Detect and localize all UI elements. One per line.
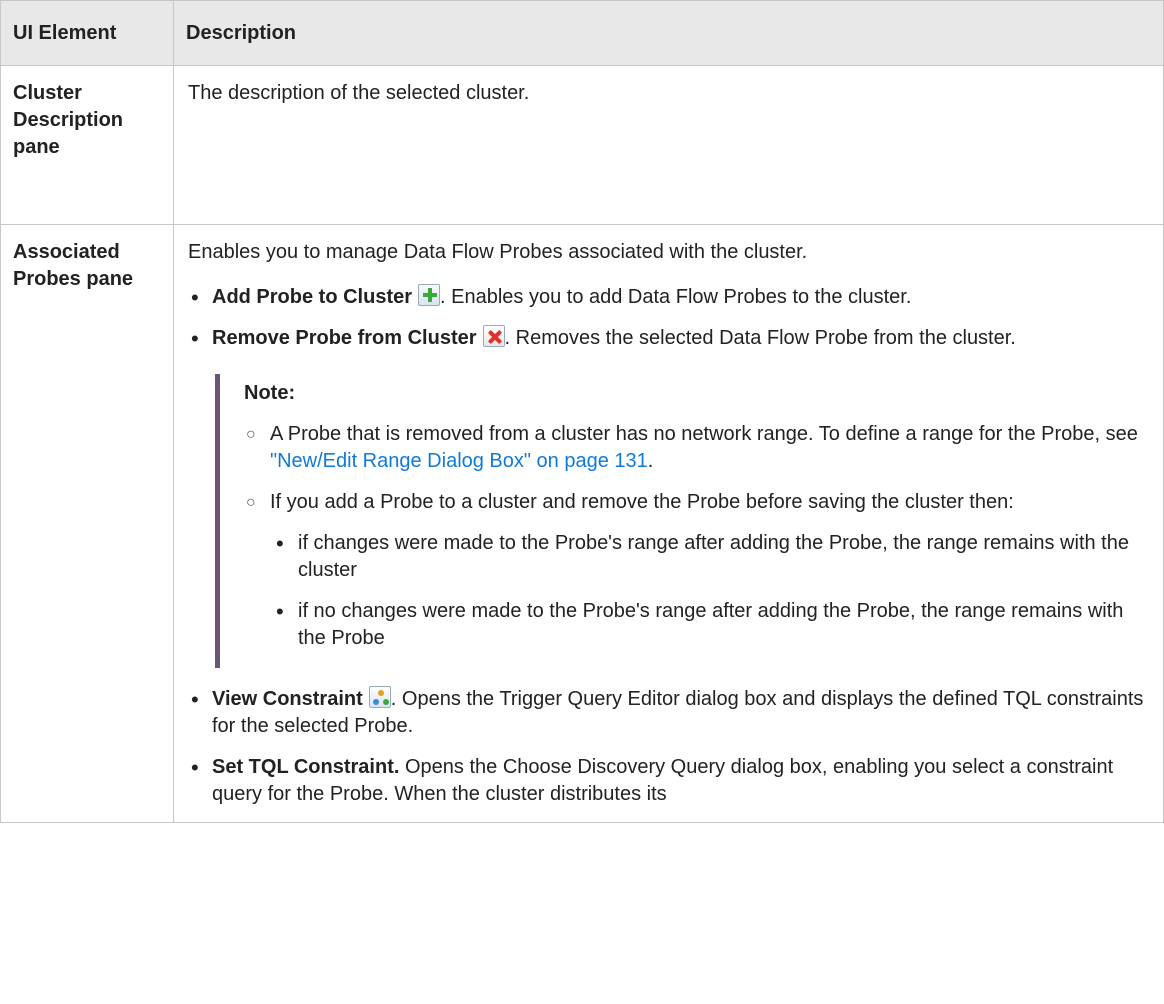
note-sublist: if changes were made to the Probe's rang… — [270, 530, 1145, 652]
header-ui-element: UI Element — [0, 0, 174, 66]
note-list: A Probe that is removed from a cluster h… — [244, 421, 1145, 652]
range-dialog-link[interactable]: "New/Edit Range Dialog Box" on page 131 — [270, 450, 648, 472]
element-cell: Associated Probes pane — [0, 224, 174, 823]
item-label: Set TQL Constraint. — [212, 756, 400, 778]
item-label: Add Probe to Cluster — [212, 286, 413, 308]
note-subitem: if changes were made to the Probe's rang… — [270, 530, 1145, 584]
note-text: If you add a Probe to a cluster and remo… — [270, 491, 1014, 513]
add-icon — [418, 284, 441, 306]
element-cell: Cluster Description pane — [0, 65, 174, 225]
description-cell: The description of the selected cluster. — [173, 65, 1164, 225]
table-header-row: UI Element Description — [0, 0, 1164, 66]
note-subitem: if no changes were made to the Probe's r… — [270, 598, 1145, 652]
item-label: Remove Probe from Cluster — [212, 327, 477, 349]
intro-text: Enables you to manage Data Flow Probes a… — [188, 241, 808, 263]
list-item: View Constraint. Opens the Trigger Query… — [188, 686, 1145, 740]
remove-icon — [482, 325, 505, 347]
header-description: Description — [173, 0, 1164, 66]
description-cell: Enables you to manage Data Flow Probes a… — [173, 224, 1164, 823]
ui-elements-table: UI Element Description Cluster Descripti… — [0, 0, 1164, 823]
item-text: . Enables you to add Data Flow Probes to… — [440, 286, 912, 308]
list-item: Add Probe to Cluster . Enables you to add… — [188, 284, 1145, 311]
note-block: Note: A Probe that is removed from a clu… — [215, 374, 1145, 668]
table-row: Cluster Description pane The description… — [0, 65, 1164, 225]
item-text: . Removes the selected Data Flow Probe f… — [504, 327, 1016, 349]
view-constraint-icon — [368, 686, 391, 708]
list-item: Remove Probe from Cluster . Removes the s… — [188, 325, 1145, 668]
item-label: View Constraint — [212, 688, 363, 710]
note-title: Note: — [244, 382, 296, 404]
note-item: A Probe that is removed from a cluster h… — [244, 421, 1145, 475]
options-list: Add Probe to Cluster . Enables you to add… — [188, 284, 1145, 808]
note-text-end: . — [647, 450, 654, 472]
list-item: Set TQL Constraint. Opens the Choose Dis… — [188, 754, 1145, 808]
table-row: Associated Probes pane Enables you to ma… — [0, 224, 1164, 823]
note-text: A Probe that is removed from a cluster h… — [270, 423, 1138, 445]
note-item: If you add a Probe to a cluster and remo… — [244, 489, 1145, 652]
